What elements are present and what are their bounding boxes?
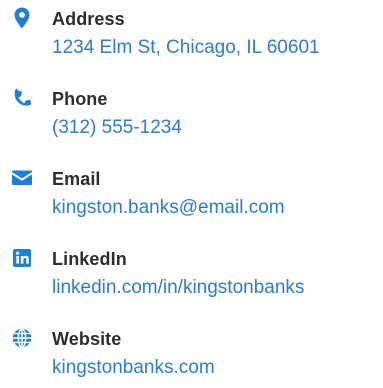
- map-pin-icon: [10, 6, 34, 30]
- linkedin-link[interactable]: linkedin.com/in/kingstonbanks: [52, 276, 304, 300]
- linkedin-icon: [10, 246, 34, 270]
- contact-item-phone: Phone (312) 555-1234: [0, 86, 383, 142]
- phone-link[interactable]: (312) 555-1234: [52, 116, 182, 140]
- email-label: Email: [52, 169, 101, 189]
- phone-label: Phone: [52, 89, 108, 109]
- contact-info-list: Address 1234 Elm St, Chicago, IL 60601 P…: [0, 0, 383, 388]
- website-link[interactable]: kingstonbanks.com: [52, 356, 215, 380]
- address-label: Address: [52, 9, 125, 29]
- contact-item-email: Email kingston.banks@email.com: [0, 166, 383, 222]
- linkedin-label: LinkedIn: [52, 249, 127, 269]
- contact-item-linkedin: LinkedIn linkedin.com/in/kingstonbanks: [0, 246, 383, 302]
- email-link[interactable]: kingston.banks@email.com: [52, 196, 285, 220]
- phone-icon: [10, 86, 34, 110]
- address-value: 1234 Elm St, Chicago, IL 60601: [52, 37, 320, 58]
- contact-item-address: Address 1234 Elm St, Chicago, IL 60601: [0, 6, 383, 62]
- contact-item-website: Website kingstonbanks.com: [0, 326, 383, 382]
- globe-icon: [10, 326, 34, 350]
- website-label: Website: [52, 329, 122, 349]
- envelope-icon: [10, 166, 34, 190]
